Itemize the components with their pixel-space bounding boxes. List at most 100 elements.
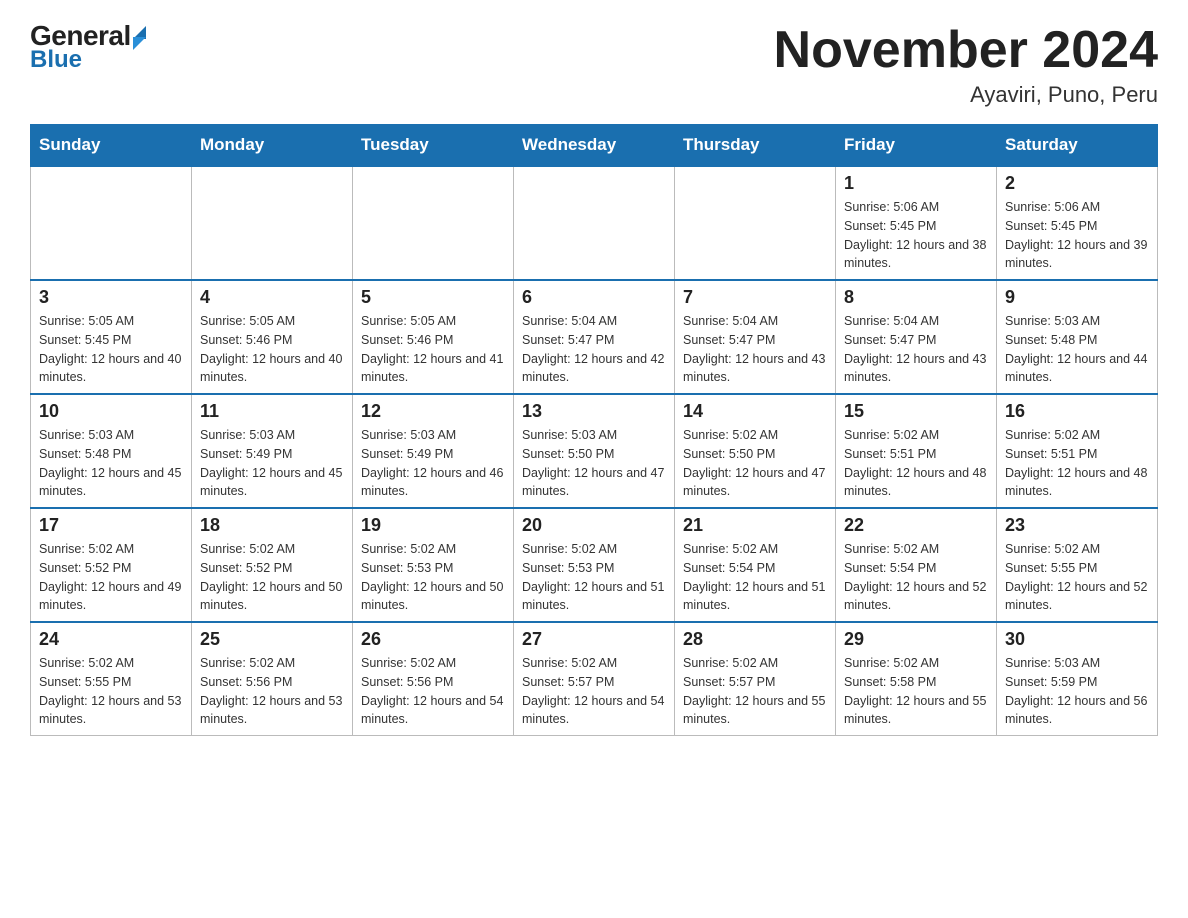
day-number: 9 [1005,287,1149,308]
calendar-table: SundayMondayTuesdayWednesdayThursdayFrid… [30,124,1158,736]
day-number: 18 [200,515,344,536]
calendar-day-cell: 18 Sunrise: 5:02 AM Sunset: 5:52 PM Dayli… [192,508,353,622]
day-number: 22 [844,515,988,536]
calendar-week-row: 17 Sunrise: 5:02 AM Sunset: 5:52 PM Dayli… [31,508,1158,622]
calendar-header-row: SundayMondayTuesdayWednesdayThursdayFrid… [31,125,1158,167]
calendar-day-cell: 16 Sunrise: 5:02 AM Sunset: 5:51 PM Dayli… [997,394,1158,508]
day-number: 21 [683,515,827,536]
day-info: Sunrise: 5:05 AM Sunset: 5:46 PM Dayligh… [361,312,505,387]
day-number: 10 [39,401,183,422]
day-info: Sunrise: 5:02 AM Sunset: 5:52 PM Dayligh… [200,540,344,615]
day-info: Sunrise: 5:02 AM Sunset: 5:51 PM Dayligh… [1005,426,1149,501]
day-of-week-header: Monday [192,125,353,167]
calendar-day-cell: 5 Sunrise: 5:05 AM Sunset: 5:46 PM Daylig… [353,280,514,394]
day-info: Sunrise: 5:02 AM Sunset: 5:54 PM Dayligh… [683,540,827,615]
day-info: Sunrise: 5:02 AM Sunset: 5:53 PM Dayligh… [361,540,505,615]
calendar-day-cell: 3Sunrise: 5:05 AM Sunset: 5:45 PM Daylig… [31,280,192,394]
calendar-day-cell: 9 Sunrise: 5:03 AM Sunset: 5:48 PM Daylig… [997,280,1158,394]
day-info: Sunrise: 5:03 AM Sunset: 5:59 PM Dayligh… [1005,654,1149,729]
day-info: Sunrise: 5:02 AM Sunset: 5:55 PM Dayligh… [1005,540,1149,615]
calendar-week-row: 24 Sunrise: 5:02 AM Sunset: 5:55 PM Dayli… [31,622,1158,736]
day-info: Sunrise: 5:04 AM Sunset: 5:47 PM Dayligh… [844,312,988,387]
calendar-day-cell: 11Sunrise: 5:03 AM Sunset: 5:49 PM Dayli… [192,394,353,508]
calendar-day-cell: 10 Sunrise: 5:03 AM Sunset: 5:48 PM Dayli… [31,394,192,508]
logo-blue-text: Blue [30,46,82,74]
calendar-day-cell: 28 Sunrise: 5:02 AM Sunset: 5:57 PM Dayli… [675,622,836,736]
day-number: 20 [522,515,666,536]
calendar-day-cell [31,166,192,280]
calendar-day-cell: 2Sunrise: 5:06 AM Sunset: 5:45 PM Daylig… [997,166,1158,280]
day-info: Sunrise: 5:02 AM Sunset: 5:54 PM Dayligh… [844,540,988,615]
calendar-day-cell: 23 Sunrise: 5:02 AM Sunset: 5:55 PM Dayli… [997,508,1158,622]
day-of-week-header: Tuesday [353,125,514,167]
calendar-day-cell: 24 Sunrise: 5:02 AM Sunset: 5:55 PM Dayli… [31,622,192,736]
calendar-day-cell: 7 Sunrise: 5:04 AM Sunset: 5:47 PM Daylig… [675,280,836,394]
day-number: 19 [361,515,505,536]
calendar-day-cell: 20Sunrise: 5:02 AM Sunset: 5:53 PM Dayli… [514,508,675,622]
logo: General Blue [30,20,146,74]
calendar-day-cell [675,166,836,280]
day-info: Sunrise: 5:03 AM Sunset: 5:49 PM Dayligh… [200,426,344,501]
day-number: 23 [1005,515,1149,536]
day-info: Sunrise: 5:02 AM Sunset: 5:57 PM Dayligh… [683,654,827,729]
calendar-day-cell: 21 Sunrise: 5:02 AM Sunset: 5:54 PM Dayli… [675,508,836,622]
day-of-week-header: Thursday [675,125,836,167]
day-number: 14 [683,401,827,422]
calendar-day-cell [353,166,514,280]
day-number: 1 [844,173,988,194]
day-info: Sunrise: 5:02 AM Sunset: 5:52 PM Dayligh… [39,540,183,615]
header: General Blue November 2024 Ayaviri, Puno… [30,20,1158,108]
day-number: 28 [683,629,827,650]
location-subtitle: Ayaviri, Puno, Peru [774,82,1158,108]
day-info: Sunrise: 5:03 AM Sunset: 5:50 PM Dayligh… [522,426,666,501]
day-of-week-header: Saturday [997,125,1158,167]
calendar-day-cell: 22 Sunrise: 5:02 AM Sunset: 5:54 PM Dayli… [836,508,997,622]
day-number: 25 [200,629,344,650]
day-number: 16 [1005,401,1149,422]
day-number: 29 [844,629,988,650]
day-info: Sunrise: 5:04 AM Sunset: 5:47 PM Dayligh… [522,312,666,387]
day-number: 6 [522,287,666,308]
calendar-day-cell: 26 Sunrise: 5:02 AM Sunset: 5:56 PM Dayli… [353,622,514,736]
day-number: 17 [39,515,183,536]
day-of-week-header: Sunday [31,125,192,167]
day-number: 30 [1005,629,1149,650]
calendar-day-cell: 17 Sunrise: 5:02 AM Sunset: 5:52 PM Dayli… [31,508,192,622]
day-info: Sunrise: 5:02 AM Sunset: 5:55 PM Dayligh… [39,654,183,729]
calendar-day-cell: 6 Sunrise: 5:04 AM Sunset: 5:47 PM Daylig… [514,280,675,394]
day-number: 26 [361,629,505,650]
calendar-week-row: 3Sunrise: 5:05 AM Sunset: 5:45 PM Daylig… [31,280,1158,394]
calendar-day-cell: 13Sunrise: 5:03 AM Sunset: 5:50 PM Dayli… [514,394,675,508]
title-area: November 2024 Ayaviri, Puno, Peru [774,20,1158,108]
day-info: Sunrise: 5:04 AM Sunset: 5:47 PM Dayligh… [683,312,827,387]
day-number: 7 [683,287,827,308]
day-info: Sunrise: 5:06 AM Sunset: 5:45 PM Dayligh… [844,198,988,273]
calendar-week-row: 1 Sunrise: 5:06 AM Sunset: 5:45 PM Daylig… [31,166,1158,280]
calendar-day-cell: 29 Sunrise: 5:02 AM Sunset: 5:58 PM Dayli… [836,622,997,736]
calendar-day-cell: 15Sunrise: 5:02 AM Sunset: 5:51 PM Dayli… [836,394,997,508]
day-number: 8 [844,287,988,308]
day-info: Sunrise: 5:02 AM Sunset: 5:58 PM Dayligh… [844,654,988,729]
day-info: Sunrise: 5:02 AM Sunset: 5:56 PM Dayligh… [361,654,505,729]
calendar-day-cell: 30 Sunrise: 5:03 AM Sunset: 5:59 PM Dayli… [997,622,1158,736]
calendar-day-cell: 12 Sunrise: 5:03 AM Sunset: 5:49 PM Dayli… [353,394,514,508]
calendar-day-cell: 19 Sunrise: 5:02 AM Sunset: 5:53 PM Dayli… [353,508,514,622]
day-number: 12 [361,401,505,422]
calendar-day-cell: 25 Sunrise: 5:02 AM Sunset: 5:56 PM Dayli… [192,622,353,736]
day-info: Sunrise: 5:02 AM Sunset: 5:51 PM Dayligh… [844,426,988,501]
day-number: 24 [39,629,183,650]
day-info: Sunrise: 5:03 AM Sunset: 5:48 PM Dayligh… [39,426,183,501]
day-number: 5 [361,287,505,308]
day-number: 3 [39,287,183,308]
calendar-day-cell: 27Sunrise: 5:02 AM Sunset: 5:57 PM Dayli… [514,622,675,736]
day-of-week-header: Friday [836,125,997,167]
calendar-day-cell: 8 Sunrise: 5:04 AM Sunset: 5:47 PM Daylig… [836,280,997,394]
day-info: Sunrise: 5:02 AM Sunset: 5:50 PM Dayligh… [683,426,827,501]
day-info: Sunrise: 5:03 AM Sunset: 5:49 PM Dayligh… [361,426,505,501]
day-info: Sunrise: 5:03 AM Sunset: 5:48 PM Dayligh… [1005,312,1149,387]
day-info: Sunrise: 5:02 AM Sunset: 5:56 PM Dayligh… [200,654,344,729]
day-number: 2 [1005,173,1149,194]
calendar-day-cell: 4Sunrise: 5:05 AM Sunset: 5:46 PM Daylig… [192,280,353,394]
day-number: 4 [200,287,344,308]
calendar-day-cell [514,166,675,280]
